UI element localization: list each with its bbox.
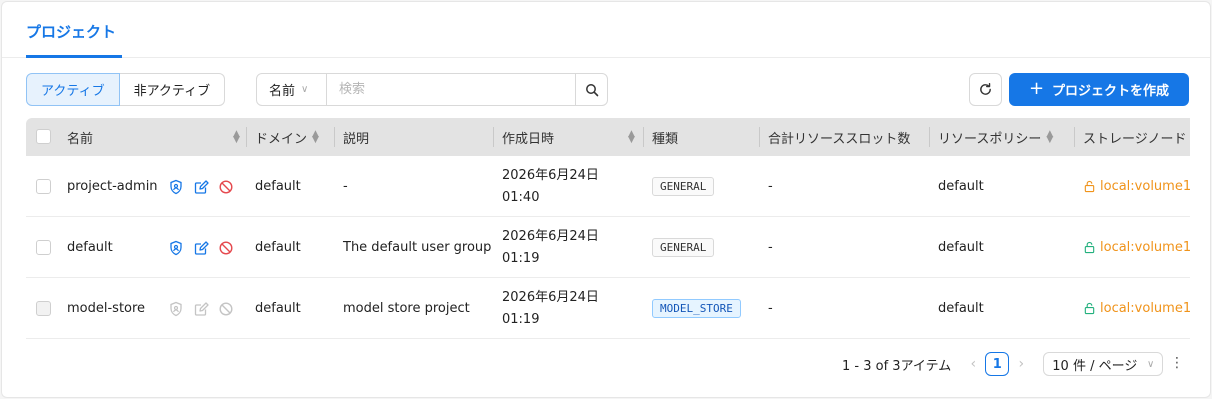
- shield-icon: [170, 301, 182, 316]
- page-number[interactable]: 1: [985, 352, 1010, 376]
- column-storage[interactable]: ストレージノード: [1083, 118, 1186, 156]
- edit-icon: [194, 301, 209, 316]
- column-name[interactable]: 名前: [67, 118, 93, 156]
- row-checkbox[interactable]: [36, 240, 51, 255]
- search-button[interactable]: [575, 74, 607, 105]
- project-name: model-store: [67, 301, 146, 316]
- row-actions: [168, 156, 243, 217]
- project-domain: default: [255, 301, 301, 316]
- filter-active-button[interactable]: アクティブ: [26, 73, 120, 106]
- sort-created-icon[interactable]: ▲ ▼: [623, 118, 635, 156]
- ban-icon[interactable]: [218, 240, 234, 256]
- tab-active-indicator: [26, 55, 122, 58]
- storage-host[interactable]: local:volume1: [1100, 301, 1190, 316]
- project-storage: local:volume1: [1083, 278, 1190, 339]
- lock-open-icon: [1084, 241, 1095, 254]
- row-checkbox[interactable]: [36, 301, 51, 316]
- ban-icon[interactable]: [218, 179, 234, 195]
- project-created: 2026年6月24日 01:19: [502, 289, 599, 327]
- project-type: GENERAL: [652, 217, 715, 278]
- shield-icon[interactable]: [168, 240, 184, 256]
- project-type: MODEL_STORE: [652, 278, 741, 339]
- lock-open-icon: [1084, 302, 1095, 315]
- table-row: project-admin default - 2026年6月24日 01:40…: [26, 156, 1190, 217]
- project-domain: default: [255, 240, 301, 255]
- type-tag: MODEL_STORE: [652, 299, 741, 318]
- sort-icon: ▲ ▼: [312, 129, 319, 145]
- shield-icon[interactable]: [168, 179, 184, 195]
- edit-icon[interactable]: [193, 240, 209, 256]
- page-size-select[interactable]: 10 件 / ページ ∨: [1043, 352, 1164, 376]
- type-tag: GENERAL: [652, 238, 715, 257]
- column-type[interactable]: 種類: [652, 118, 678, 156]
- create-project-label: プロジェクトを作成: [1052, 84, 1170, 99]
- table-header: 名前 ▲ ▼ ドメイン ▲ ▼ 説明 作成日時 ▲ ▼ 種類 合計リソーススロット数 リ…: [26, 118, 1190, 156]
- search-input[interactable]: [327, 74, 575, 105]
- chevron-down-icon: ∨: [1146, 358, 1155, 370]
- type-tag: GENERAL: [652, 177, 715, 196]
- project-slots: -: [768, 179, 773, 194]
- project-policy: default: [938, 301, 984, 316]
- column-description[interactable]: 説明: [343, 118, 369, 156]
- filter-inactive-button[interactable]: 非アクティブ: [119, 73, 226, 106]
- column-slots[interactable]: 合計リソーススロット数: [768, 118, 910, 156]
- storage-host[interactable]: local:volume1: [1100, 179, 1190, 194]
- pagination-summary: 1 - 3 of 3アイテム: [842, 358, 952, 374]
- table-row: default default The default user group 2…: [26, 217, 1190, 278]
- select-all-checkbox[interactable]: [36, 129, 51, 144]
- storage-host[interactable]: local:volume1: [1100, 240, 1190, 255]
- ban-icon: [219, 301, 233, 316]
- prev-page-icon[interactable]: ‹: [961, 356, 985, 372]
- more-options-icon[interactable]: ⋮: [1170, 354, 1184, 372]
- project-storage: local:volume1: [1083, 217, 1190, 278]
- next-page-icon[interactable]: ›: [1009, 356, 1033, 372]
- project-description: -: [343, 179, 348, 194]
- refresh-button[interactable]: [969, 73, 1002, 106]
- tab-projects[interactable]: プロジェクト: [26, 2, 116, 58]
- project-name: project-admin: [67, 179, 158, 194]
- search-icon: [585, 83, 598, 96]
- row-checkbox[interactable]: [36, 179, 51, 194]
- create-project-button[interactable]: + プロジェクトを作成: [1009, 73, 1189, 106]
- column-domain[interactable]: ドメイン ▲ ▼: [255, 118, 319, 156]
- projects-table: 名前 ▲ ▼ ドメイン ▲ ▼ 説明 作成日時 ▲ ▼ 種類 合計リソーススロット数 リ…: [26, 118, 1190, 340]
- project-policy: default: [938, 240, 984, 255]
- sort-icon: ▲ ▼: [1046, 129, 1054, 145]
- tab-bar: プロジェクト: [2, 2, 1210, 58]
- project-description: model store project: [343, 301, 470, 316]
- row-actions: [168, 217, 243, 278]
- project-slots: -: [768, 301, 773, 316]
- projects-card: プロジェクト アクティブ 非アクティブ 名前 ∨ + プロジェクトを作成 名前 …: [1, 1, 1211, 398]
- row-actions: [168, 278, 243, 339]
- edit-icon[interactable]: [193, 179, 209, 195]
- search-field-label: 名前: [269, 84, 296, 99]
- column-policy[interactable]: リソースポリシー ▲ ▼: [938, 118, 1053, 156]
- project-name: default: [67, 240, 113, 255]
- pagination: 1 - 3 of 3アイテム ‹ 1 › 10 件 / ページ ∨: [842, 352, 1164, 376]
- project-policy: default: [938, 179, 984, 194]
- sort-name-icon[interactable]: ▲ ▼: [228, 118, 240, 156]
- project-domain: default: [255, 179, 301, 194]
- refresh-icon: [980, 82, 991, 95]
- plus-icon: +: [1028, 78, 1045, 99]
- column-created[interactable]: 作成日時: [502, 118, 554, 156]
- project-storage: local:volume1: [1083, 156, 1190, 217]
- project-created: 2026年6月24日 01:19: [502, 228, 599, 266]
- search-bar: 名前 ∨: [256, 73, 608, 106]
- table-row: model-store default model store project …: [26, 278, 1190, 339]
- project-description: The default user group: [343, 240, 492, 255]
- chevron-down-icon: ∨: [301, 84, 309, 95]
- project-created: 2026年6月24日 01:40: [502, 167, 599, 205]
- search-field-select[interactable]: 名前 ∨: [257, 74, 327, 105]
- status-filter: アクティブ 非アクティブ: [26, 73, 226, 106]
- project-slots: -: [768, 240, 773, 255]
- lock-open-icon: [1084, 180, 1095, 193]
- project-type: GENERAL: [652, 156, 715, 217]
